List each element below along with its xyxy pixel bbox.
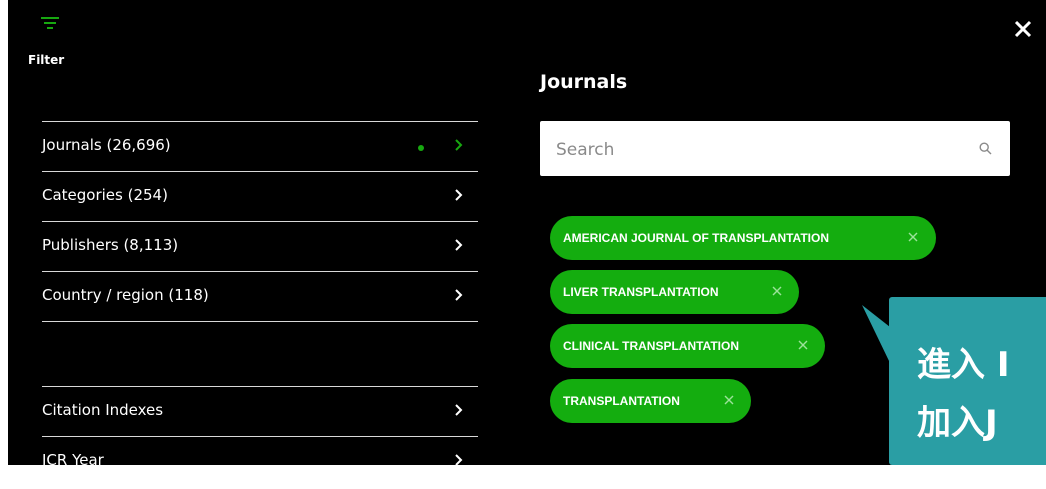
chip-label: TRANSPLANTATION	[563, 394, 680, 408]
category-item-jcr-year[interactable]: JCR Year	[42, 436, 478, 465]
category-item-journals[interactable]: Journals (26,696)	[42, 121, 478, 171]
chevron-right-icon	[455, 139, 463, 151]
chip-label: CLINICAL TRANSPLANTATION	[563, 339, 739, 353]
category-label: Publishers (8,113)	[42, 236, 179, 254]
category-label: Citation Indexes	[42, 401, 164, 419]
category-item-categories[interactable]: Categories (254)	[42, 171, 478, 221]
close-icon	[1014, 20, 1032, 38]
divider	[42, 321, 478, 322]
remove-chip-icon[interactable]	[798, 340, 808, 350]
search-box	[540, 121, 1010, 178]
page: Filter Journals (26,696) Categories (254…	[0, 0, 1046, 489]
category-item-citation-indexes[interactable]: Citation Indexes	[42, 386, 478, 436]
callout-tail	[862, 305, 890, 363]
journal-chip[interactable]: TRANSPLANTATION	[550, 379, 751, 423]
chevron-right-icon	[455, 404, 463, 416]
remove-chip-icon[interactable]	[908, 232, 918, 242]
category-label: JCR Year	[42, 451, 104, 465]
chevron-right-icon	[455, 454, 463, 465]
chevron-right-icon	[455, 189, 463, 201]
callout-text-line: 進入 I	[917, 345, 1010, 385]
close-button[interactable]	[1012, 18, 1034, 40]
journal-chip[interactable]: LIVER TRANSPLANTATION	[550, 270, 799, 314]
remove-chip-icon[interactable]	[724, 395, 734, 405]
journal-chip[interactable]: AMERICAN JOURNAL OF TRANSPLANTATION	[550, 216, 936, 260]
category-label: Country / region (118)	[42, 286, 209, 304]
journal-chip[interactable]: CLINICAL TRANSPLANTATION	[550, 324, 825, 368]
chip-label: LIVER TRANSPLANTATION	[563, 285, 719, 299]
category-label: Categories (254)	[42, 186, 168, 204]
category-item-country-region[interactable]: Country / region (118)	[42, 271, 478, 321]
annotation-callout: 進入 I 加入J	[889, 297, 1046, 465]
chevron-right-icon	[455, 289, 463, 301]
category-list-secondary: Citation Indexes JCR Year	[42, 386, 478, 465]
filter-toggle-button[interactable]: Filter	[28, 16, 88, 70]
remove-chip-icon[interactable]	[772, 286, 782, 296]
section-title: Journals	[540, 71, 628, 93]
filter-label: Filter	[28, 53, 65, 67]
chip-label: AMERICAN JOURNAL OF TRANSPLANTATION	[563, 231, 829, 245]
selection-indicator-dot	[418, 145, 424, 151]
search-input[interactable]	[554, 121, 968, 178]
category-label: Journals (26,696)	[42, 136, 171, 154]
callout-text-line: 加入J	[917, 403, 998, 443]
category-list: Journals (26,696) Categories (254) Publi…	[42, 121, 478, 321]
search-icon[interactable]	[979, 142, 992, 155]
chevron-right-icon	[455, 239, 463, 251]
category-item-publishers[interactable]: Publishers (8,113)	[42, 221, 478, 271]
filter-lines-icon	[41, 17, 59, 29]
